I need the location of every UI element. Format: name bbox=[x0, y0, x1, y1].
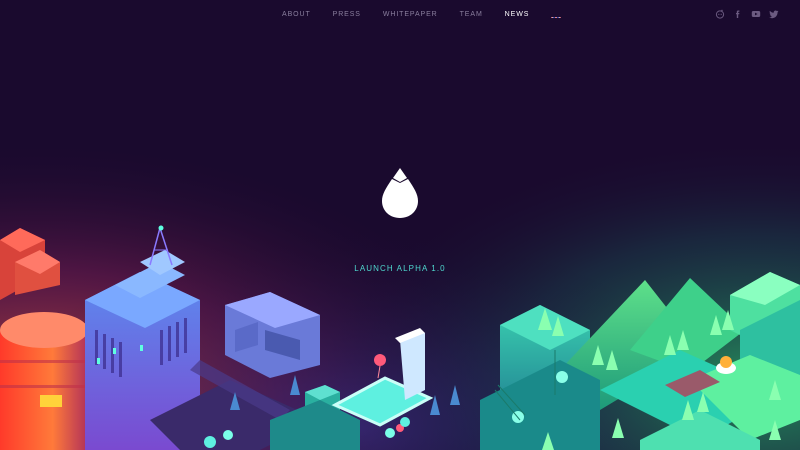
nav-links: ABOUT PRESS WHITEPAPER TEAM NEWS bbox=[282, 11, 562, 18]
twitter-icon[interactable] bbox=[769, 9, 779, 19]
facebook-icon[interactable] bbox=[733, 9, 743, 19]
isometric-city-illustration bbox=[0, 0, 800, 450]
uk-flag-icon[interactable] bbox=[551, 11, 562, 18]
nav-link-press[interactable]: PRESS bbox=[333, 11, 361, 18]
youtube-icon[interactable] bbox=[751, 9, 761, 19]
droplet-logo-icon bbox=[380, 168, 420, 220]
nav-link-whitepaper[interactable]: WHITEPAPER bbox=[383, 11, 438, 18]
reddit-icon[interactable] bbox=[715, 9, 725, 19]
nav-link-news[interactable]: NEWS bbox=[505, 11, 530, 18]
nav-link-team[interactable]: TEAM bbox=[460, 11, 483, 18]
nav-link-about[interactable]: ABOUT bbox=[282, 11, 311, 18]
social-links bbox=[707, 9, 779, 19]
top-navigation: ABOUT PRESS WHITEPAPER TEAM NEWS bbox=[0, 0, 800, 30]
launch-alpha-link[interactable]: LAUNCH ALPHA 1.0 bbox=[300, 264, 500, 273]
